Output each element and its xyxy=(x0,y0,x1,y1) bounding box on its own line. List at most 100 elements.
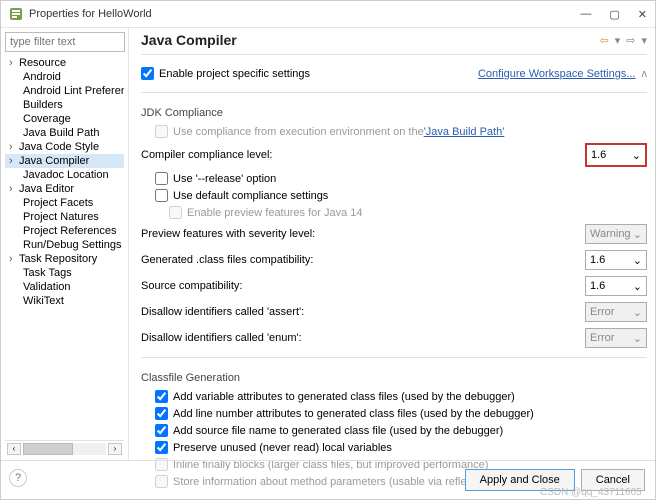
checkbox-label: Add source file name to generated class … xyxy=(173,425,503,437)
preview-severity-label: Preview features with severity level: xyxy=(141,228,585,240)
caret-icon[interactable]: › xyxy=(9,57,19,69)
tree-item[interactable]: Project Natures xyxy=(19,210,124,224)
chevron-down-icon: ⌄ xyxy=(633,254,642,267)
caret-icon[interactable]: › xyxy=(9,183,19,195)
tree-item[interactable]: WikiText xyxy=(19,294,124,308)
tree-item[interactable]: Coverage xyxy=(19,112,124,126)
release-option-checkbox[interactable]: Use '--release' option xyxy=(155,172,647,185)
tree-item[interactable]: Android Lint Preferences xyxy=(19,84,124,98)
checkbox-label: Add variable attributes to generated cla… xyxy=(173,391,515,403)
checkbox-label: Preserve unused (never read) local varia… xyxy=(173,442,392,454)
select-value: 1.6 xyxy=(591,149,606,161)
tree-item[interactable]: ›Java Editor xyxy=(5,182,124,196)
filter-input[interactable] xyxy=(5,32,125,52)
tree-label: Project Natures xyxy=(23,211,99,223)
classfile-section-title: Classfile Generation xyxy=(141,372,647,384)
caret-icon[interactable]: › xyxy=(9,155,19,167)
divider xyxy=(141,92,647,93)
tree-label: Builders xyxy=(23,99,63,111)
caret-icon[interactable]: › xyxy=(9,141,19,153)
scroll-left-icon[interactable]: ‹ xyxy=(7,443,21,455)
nav-tree: ›Resource Android Android Lint Preferenc… xyxy=(5,56,124,440)
add-source-file-checkbox[interactable]: Add source file name to generated class … xyxy=(155,424,647,437)
generated-class-select[interactable]: 1.6 ⌄ xyxy=(585,250,647,270)
tree-item[interactable]: ›Java Code Style xyxy=(5,140,124,154)
select-value: 1.6 xyxy=(590,280,605,292)
scroll-right-icon[interactable]: › xyxy=(108,443,122,455)
checkbox-label: Use '--release' option xyxy=(173,173,276,185)
tree-item[interactable]: ›Resource xyxy=(5,56,124,70)
checkbox-label: Use compliance from execution environmen… xyxy=(173,126,424,138)
caret-icon[interactable]: › xyxy=(9,253,19,265)
disallow-assert-label: Disallow identifiers called 'assert': xyxy=(141,306,585,318)
dropdown-icon[interactable]: ▾ xyxy=(615,34,621,47)
add-variable-attr-checkbox[interactable]: Add variable attributes to generated cla… xyxy=(155,390,647,403)
tree-item[interactable]: Android xyxy=(19,70,124,84)
compliance-level-label: Compiler compliance level: xyxy=(141,149,585,161)
help-icon[interactable]: ? xyxy=(9,469,27,487)
checkbox-label: Use default compliance settings xyxy=(173,190,328,202)
exec-env-checkbox: Use compliance from execution environmen… xyxy=(155,125,647,138)
add-line-number-checkbox[interactable]: Add line number attributes to generated … xyxy=(155,407,647,420)
window-controls: — ▢ ✕ xyxy=(580,8,647,21)
dropdown-icon[interactable]: ▾ xyxy=(641,34,647,47)
disallow-enum-select[interactable]: Error⌄ xyxy=(585,328,647,348)
source-compat-label: Source compatibility: xyxy=(141,280,585,292)
window-icon xyxy=(9,7,23,21)
checkbox-label: Enable project specific settings xyxy=(159,68,310,80)
page-title: Java Compiler xyxy=(141,32,600,48)
close-icon[interactable]: ✕ xyxy=(638,8,647,21)
tree-item[interactable]: Java Build Path xyxy=(19,126,124,140)
tree-item-selected[interactable]: ›Java Compiler xyxy=(5,154,124,168)
title-bar: Properties for HelloWorld — ▢ ✕ xyxy=(1,1,655,28)
back-arrow-icon[interactable]: ⇦ xyxy=(600,34,609,47)
configure-workspace-link[interactable]: Configure Workspace Settings... xyxy=(478,68,636,80)
tree-label: Validation xyxy=(23,281,71,293)
tree-label: Coverage xyxy=(23,113,71,125)
scroll-up-icon[interactable]: ʌ xyxy=(642,68,648,80)
fwd-arrow-icon[interactable]: ⇨ xyxy=(626,34,635,47)
enable-project-specific-checkbox[interactable]: Enable project specific settings xyxy=(141,67,310,80)
scroll-thumb[interactable] xyxy=(23,443,73,455)
disallow-enum-label: Disallow identifiers called 'enum': xyxy=(141,332,585,344)
tree-item[interactable]: Project Facets xyxy=(19,196,124,210)
watermark: CSDN @qq_43711605 xyxy=(540,487,642,498)
tree-item[interactable]: ›Task Repository xyxy=(5,252,124,266)
tree-item[interactable]: Javadoc Location xyxy=(19,168,124,182)
main-panel: Java Compiler ⇦ ▾ ⇨ ▾ Enable project spe… xyxy=(129,28,655,460)
tree-label: Project Facets xyxy=(23,197,93,209)
preview-severity-select: Warning⌄ xyxy=(585,224,647,244)
tree-label: Project References xyxy=(23,225,117,237)
java-build-path-link[interactable]: 'Java Build Path' xyxy=(424,126,505,138)
chevron-down-icon: ⌄ xyxy=(633,228,642,241)
disallow-assert-select[interactable]: Error⌄ xyxy=(585,302,647,322)
source-compat-select[interactable]: 1.6⌄ xyxy=(585,276,647,296)
tree-label: Android Lint Preferences xyxy=(23,85,124,97)
tree-item[interactable]: Builders xyxy=(19,98,124,112)
tree-item[interactable]: Project References xyxy=(19,224,124,238)
tree-label: Task Repository xyxy=(19,253,97,265)
select-value: 1.6 xyxy=(590,254,605,266)
tree-label: Java Compiler xyxy=(19,155,89,167)
divider xyxy=(141,54,647,55)
compliance-level-select[interactable]: 1.6⌄ xyxy=(585,143,647,167)
checkbox-label: Enable preview features for Java 14 xyxy=(187,207,363,219)
generated-class-label: Generated .class files compatibility: xyxy=(141,254,585,266)
scroll-track[interactable] xyxy=(23,443,106,455)
tree-label: WikiText xyxy=(23,295,64,307)
tree-label: Java Build Path xyxy=(23,127,99,139)
preserve-unused-checkbox[interactable]: Preserve unused (never read) local varia… xyxy=(155,441,647,454)
select-value: Error xyxy=(590,332,614,344)
tree-item[interactable]: Task Tags xyxy=(19,266,124,280)
default-compliance-checkbox[interactable]: Use default compliance settings xyxy=(155,189,647,202)
maximize-icon[interactable]: ▢ xyxy=(609,8,619,21)
tree-label: Java Code Style xyxy=(19,141,99,153)
tree-item[interactable]: Run/Debug Settings xyxy=(19,238,124,252)
checkbox-label: Add line number attributes to generated … xyxy=(173,408,534,420)
chevron-down-icon: ⌄ xyxy=(633,306,642,319)
minimize-icon[interactable]: — xyxy=(580,8,591,21)
sidebar-scrollbar[interactable]: ‹ › xyxy=(5,440,124,456)
tree-label: Run/Debug Settings xyxy=(23,239,121,251)
tree-label: Task Tags xyxy=(23,267,72,279)
tree-item[interactable]: Validation xyxy=(19,280,124,294)
